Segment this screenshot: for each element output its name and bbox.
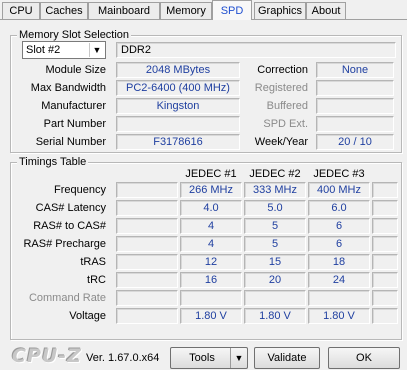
timing-extra-cell xyxy=(116,236,178,252)
timing-cell: 5 xyxy=(244,218,306,234)
chevron-down-icon[interactable]: ▼ xyxy=(230,348,247,368)
timing-extra-cell xyxy=(116,254,178,270)
timing-cell: 1.80 V xyxy=(244,308,306,324)
timing-extra-cell xyxy=(372,200,398,216)
timing-extra-cell xyxy=(372,182,398,198)
timing-extra-cell xyxy=(372,254,398,270)
tab-bar: CPU Caches Mainboard Memory SPD Graphics… xyxy=(0,0,407,20)
timing-cell: 16 xyxy=(180,272,242,288)
correction-label: Correction xyxy=(257,64,308,76)
timing-extra-cell xyxy=(372,272,398,288)
timing-extra-cell xyxy=(116,290,178,306)
tab-divider xyxy=(0,19,407,20)
max-bandwidth-label: Max Bandwidth xyxy=(30,82,106,94)
module-size-label: Module Size xyxy=(45,64,106,76)
timing-cell: 4 xyxy=(180,236,242,252)
tab-memory[interactable]: Memory xyxy=(160,2,212,19)
timings-group-title: Timings Table xyxy=(17,155,89,169)
cpuz-logo: CPU-Z xyxy=(12,345,82,367)
correction-field: None xyxy=(316,62,394,78)
tools-button[interactable]: Tools ▼ xyxy=(170,347,248,369)
timing-extra-cell xyxy=(116,218,178,234)
buffered-label: Buffered xyxy=(266,100,308,112)
timing-cell: 266 MHz xyxy=(180,182,242,198)
max-bandwidth-field: PC2-6400 (400 MHz) xyxy=(116,80,240,96)
timing-row-label: RAS# Precharge xyxy=(23,238,106,250)
timing-cell: 4 xyxy=(180,218,242,234)
timing-cell: 6 xyxy=(308,236,370,252)
manufacturer-field: Kingston xyxy=(116,98,240,114)
timing-extra-cell xyxy=(116,272,178,288)
timing-cell: 5 xyxy=(244,236,306,252)
timing-extra-cell xyxy=(116,308,178,324)
serial-number-label: Serial Number xyxy=(35,136,106,148)
memory-type-field: DDR2 xyxy=(116,42,396,58)
timing-row-label: RAS# to CAS# xyxy=(33,220,106,232)
tab-graphics[interactable]: Graphics xyxy=(254,2,306,19)
timing-cell xyxy=(180,290,242,306)
timing-cell: 15 xyxy=(244,254,306,270)
chevron-down-icon[interactable]: ▼ xyxy=(89,43,104,57)
timing-extra-cell xyxy=(372,290,398,306)
spd-ext-field xyxy=(316,116,394,132)
timing-cell: 6 xyxy=(308,218,370,234)
timing-cell: 400 MHz xyxy=(308,182,370,198)
tools-button-label: Tools xyxy=(189,352,215,364)
timing-cell: 1.80 V xyxy=(180,308,242,324)
timing-cell: 333 MHz xyxy=(244,182,306,198)
part-number-field xyxy=(116,116,240,132)
validate-button[interactable]: Validate xyxy=(254,347,320,369)
week-year-field: 20 / 10 xyxy=(316,134,394,150)
tab-cpu[interactable]: CPU xyxy=(2,2,40,19)
timing-cell: 6.0 xyxy=(308,200,370,216)
ok-button[interactable]: OK xyxy=(328,347,400,369)
timing-cell: 18 xyxy=(308,254,370,270)
part-number-label: Part Number xyxy=(43,118,106,130)
timing-row-label: Frequency xyxy=(54,184,106,196)
module-size-field: 2048 MBytes xyxy=(116,62,240,78)
timing-extra-cell xyxy=(372,218,398,234)
buffered-field xyxy=(316,98,394,114)
serial-number-field: F3178616 xyxy=(116,134,240,150)
timing-row-label: tRC xyxy=(87,274,106,286)
timing-extra-cell xyxy=(372,236,398,252)
version-label: Ver. 1.67.0.x64 xyxy=(86,352,160,364)
timings-column-header: JEDEC #2 xyxy=(249,168,301,180)
tab-about[interactable]: About xyxy=(306,2,346,19)
timing-cell: 4.0 xyxy=(180,200,242,216)
slot-select[interactable]: Slot #2 ▼ xyxy=(22,41,106,59)
memory-slot-group-title: Memory Slot Selection xyxy=(17,28,132,42)
timing-cell: 20 xyxy=(244,272,306,288)
timing-cell: 1.80 V xyxy=(308,308,370,324)
registered-field xyxy=(316,80,394,96)
tab-spd[interactable]: SPD xyxy=(212,0,252,20)
timing-cell: 12 xyxy=(180,254,242,270)
timing-cell xyxy=(308,290,370,306)
timing-extra-cell xyxy=(372,308,398,324)
timing-extra-cell xyxy=(116,200,178,216)
timing-cell: 5.0 xyxy=(244,200,306,216)
timing-row-label: tRAS xyxy=(80,256,106,268)
timing-cell xyxy=(244,290,306,306)
spd-ext-label: SPD Ext. xyxy=(263,118,308,130)
timing-extra-cell xyxy=(116,182,178,198)
timing-row-label: Voltage xyxy=(69,310,106,322)
timings-column-header: JEDEC #1 xyxy=(185,168,237,180)
tab-mainboard[interactable]: Mainboard xyxy=(88,2,160,19)
week-year-label: Week/Year xyxy=(254,136,308,148)
tab-caches[interactable]: Caches xyxy=(40,2,88,19)
manufacturer-label: Manufacturer xyxy=(41,100,106,112)
timings-column-header: JEDEC #3 xyxy=(313,168,365,180)
timing-row-label: CAS# Latency xyxy=(35,202,106,214)
registered-label: Registered xyxy=(254,82,308,94)
slot-select-value: Slot #2 xyxy=(26,44,61,56)
timing-row-label: Command Rate xyxy=(28,292,106,304)
timing-cell: 24 xyxy=(308,272,370,288)
